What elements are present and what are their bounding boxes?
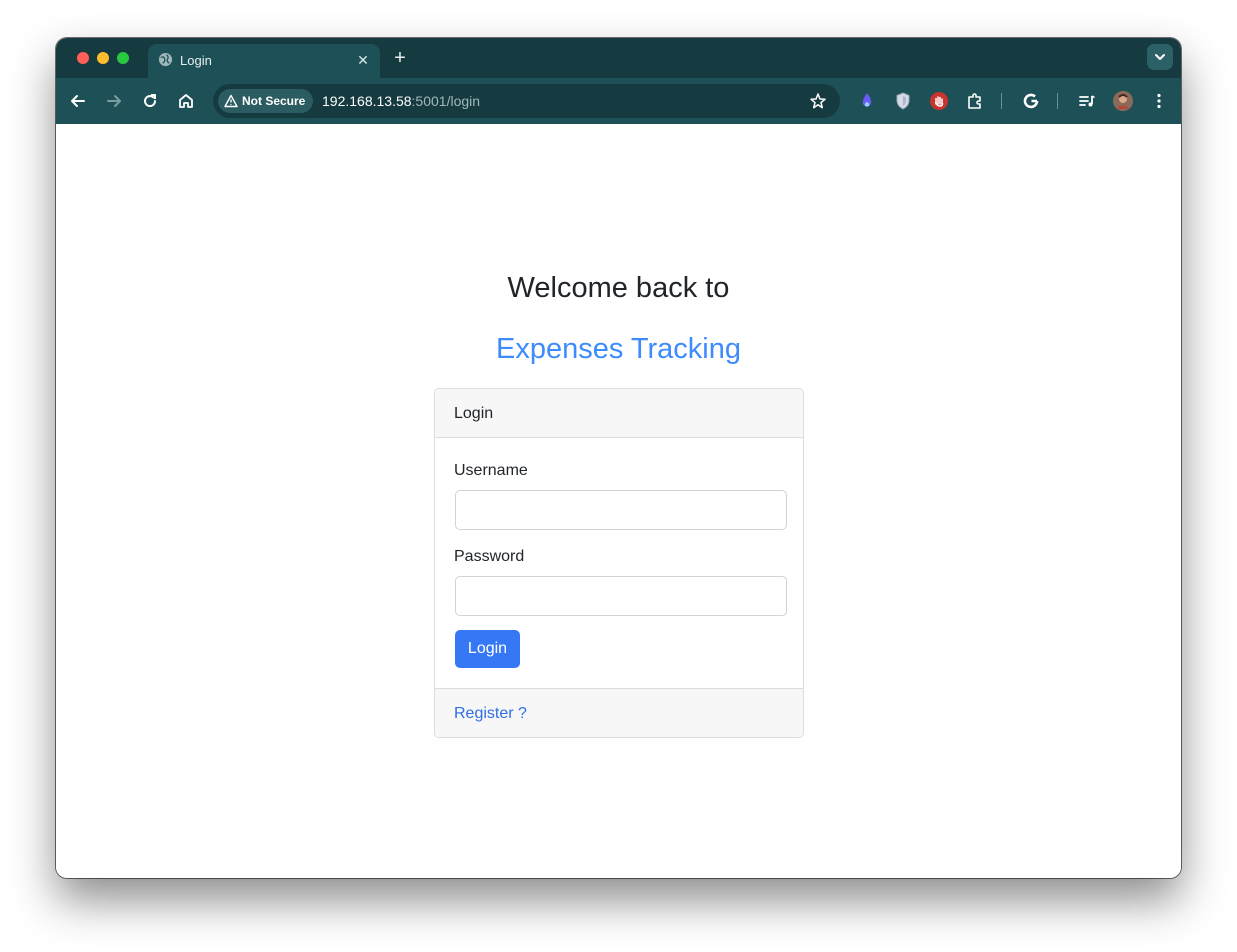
close-icon[interactable]: ✕ bbox=[354, 51, 372, 69]
login-card: Login Username Password Login Register ? bbox=[434, 388, 804, 738]
username-label: Username bbox=[454, 462, 528, 479]
tab-title: Login bbox=[180, 53, 212, 68]
avatar[interactable] bbox=[1113, 91, 1133, 111]
plus-icon[interactable]: + bbox=[390, 48, 410, 68]
browser-window: Login ✕ + Not Secure 192.168.13.58:5001/… bbox=[56, 38, 1181, 878]
tab-search-button[interactable] bbox=[1147, 44, 1173, 70]
toolbar-divider bbox=[1057, 93, 1058, 109]
home-icon[interactable] bbox=[176, 91, 196, 111]
chevron-down-icon bbox=[1155, 54, 1165, 60]
login-button[interactable]: Login bbox=[455, 630, 520, 668]
warning-icon bbox=[224, 94, 238, 108]
globe-icon bbox=[158, 52, 173, 67]
url-host: 192.168.13.58 bbox=[322, 93, 412, 109]
star-icon[interactable] bbox=[809, 92, 827, 110]
google-icon[interactable] bbox=[1021, 91, 1041, 111]
stop-hand-icon[interactable] bbox=[929, 91, 949, 111]
register-link[interactable]: Register ? bbox=[454, 705, 527, 723]
forward-icon[interactable] bbox=[104, 91, 124, 111]
page-content: Welcome back to Expenses Tracking Login … bbox=[56, 124, 1181, 878]
welcome-heading: Welcome back to bbox=[507, 272, 730, 304]
card-header: Login bbox=[435, 389, 803, 438]
extension-flame-icon[interactable] bbox=[857, 91, 877, 111]
address-bar[interactable]: Not Secure 192.168.13.58:5001/login bbox=[213, 84, 840, 118]
puzzle-icon[interactable] bbox=[965, 91, 985, 111]
reload-icon[interactable] bbox=[140, 91, 160, 111]
security-label: Not Secure bbox=[242, 94, 306, 108]
tab-login[interactable]: Login ✕ bbox=[148, 44, 380, 78]
toolbar-divider bbox=[1001, 93, 1002, 109]
browser-toolbar: Not Secure 192.168.13.58:5001/login bbox=[56, 78, 1181, 124]
url-text[interactable]: 192.168.13.58:5001/login bbox=[322, 93, 480, 109]
brand-title: Expenses Tracking bbox=[495, 333, 741, 365]
minimize-window-button[interactable] bbox=[97, 52, 109, 64]
password-input[interactable] bbox=[455, 576, 787, 616]
back-icon[interactable] bbox=[68, 91, 88, 111]
maximize-window-button[interactable] bbox=[117, 52, 129, 64]
close-window-button[interactable] bbox=[77, 52, 89, 64]
url-path: :5001/login bbox=[411, 93, 481, 109]
card-footer: Register ? bbox=[435, 688, 803, 737]
security-chip[interactable]: Not Secure bbox=[218, 89, 313, 113]
card-header-title: Login bbox=[454, 405, 494, 422]
tab-strip: Login ✕ + bbox=[56, 38, 1181, 78]
media-queue-icon[interactable] bbox=[1077, 91, 1097, 111]
more-vert-icon[interactable] bbox=[1149, 91, 1169, 111]
username-input[interactable] bbox=[455, 490, 787, 530]
password-label: Password bbox=[454, 548, 525, 565]
shield-icon[interactable] bbox=[893, 91, 913, 111]
